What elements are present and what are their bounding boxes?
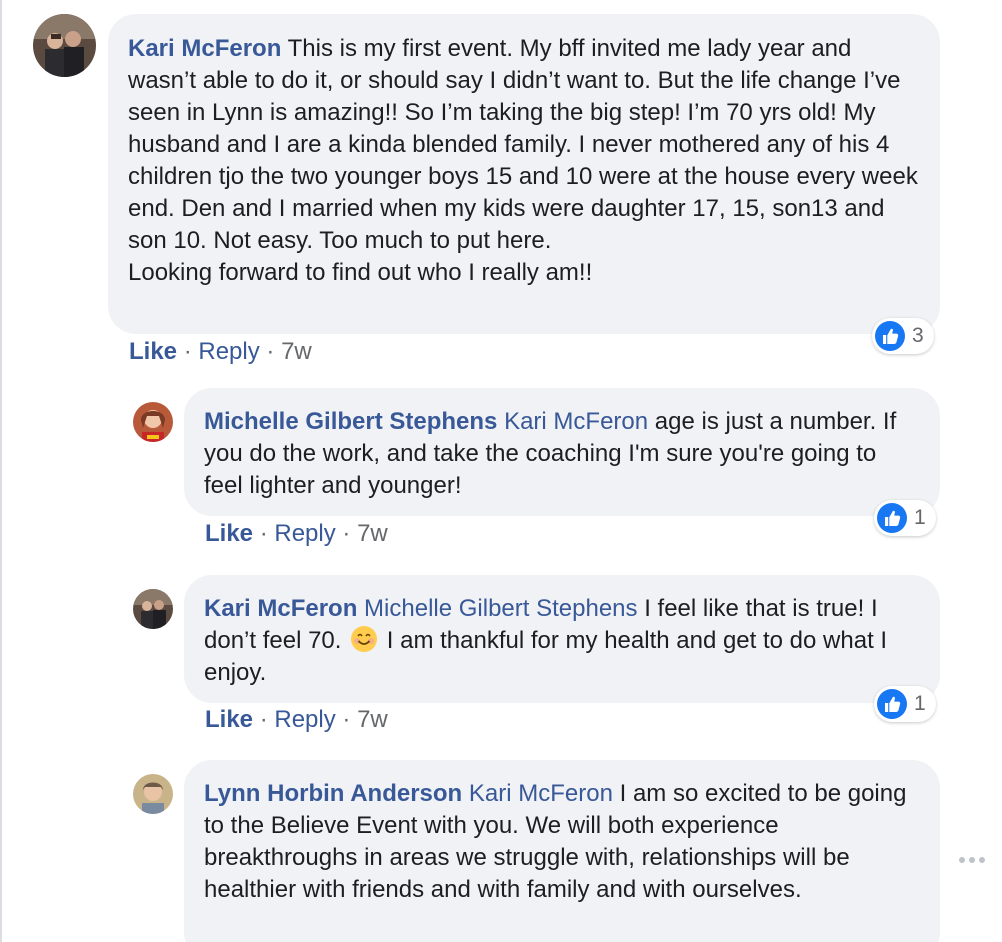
comment-author[interactable]: Lynn Horbin Anderson [204, 780, 462, 807]
like-link[interactable]: Like [129, 338, 177, 365]
avatar-photo-icon [133, 589, 173, 629]
reply-link[interactable]: Reply [274, 520, 335, 547]
more-options-icon[interactable] [958, 854, 986, 866]
avatar-photo-icon [133, 774, 173, 814]
avatar[interactable] [133, 589, 173, 629]
timestamp[interactable]: 7w [281, 338, 312, 365]
comment-bubble: Kari McFeron Michelle Gilbert Stephens I… [184, 575, 940, 703]
comment-text: Kari McFeron This is my first event. My … [128, 33, 920, 289]
avatar[interactable] [133, 402, 173, 442]
reaction-summary[interactable]: 1 [874, 686, 936, 722]
comment-actions: Like · Reply · 7w [205, 705, 388, 735]
comment-body: This is my first event. My bff invited m… [128, 35, 918, 254]
reaction-summary[interactable]: 1 [874, 500, 936, 536]
mention-link[interactable]: Kari McFeron [469, 780, 613, 807]
comment-author[interactable]: Kari McFeron [204, 595, 357, 622]
reaction-summary[interactable]: 3 [872, 318, 934, 354]
separator-dot: · [259, 520, 268, 547]
thumbs-up-icon [875, 321, 905, 351]
reaction-count: 1 [914, 692, 926, 715]
comment-thread: Kari McFeron This is my first event. My … [0, 0, 1002, 942]
comment-text: Kari McFeron Michelle Gilbert Stephens I… [204, 593, 920, 689]
comment-bubble: Michelle Gilbert Stephens Kari McFeron a… [184, 388, 940, 516]
reaction-count: 1 [914, 506, 926, 529]
mention-link[interactable]: Kari McFeron [504, 408, 648, 435]
comment-actions: Like · Reply · 7w [129, 337, 312, 367]
comment-author[interactable]: Michelle Gilbert Stephens [204, 408, 497, 435]
smiling-face-icon [351, 626, 378, 652]
separator-dot: · [183, 338, 192, 365]
like-link[interactable]: Like [205, 706, 253, 733]
timestamp[interactable]: 7w [357, 520, 388, 547]
timestamp[interactable]: 7w [357, 706, 388, 733]
comment-author[interactable]: Kari McFeron [128, 35, 281, 62]
avatar[interactable] [133, 774, 173, 814]
separator-dot: · [266, 338, 275, 365]
separator-dot: · [342, 520, 351, 547]
like-link[interactable]: Like [205, 520, 253, 547]
thumbs-up-icon [877, 503, 907, 533]
reply-link[interactable]: Reply [198, 338, 259, 365]
avatar-photo-icon [33, 14, 96, 77]
thumbs-up-icon [877, 689, 907, 719]
comment-text: Lynn Horbin Anderson Kari McFeron I am s… [204, 778, 920, 906]
thread-divider [0, 0, 2, 942]
comment-actions: Like · Reply · 7w [205, 519, 388, 549]
mention-link[interactable]: Michelle Gilbert Stephens [364, 595, 637, 622]
reply-link[interactable]: Reply [274, 706, 335, 733]
separator-dot: · [342, 706, 351, 733]
comment-bubble: Lynn Horbin Anderson Kari McFeron I am s… [184, 760, 940, 942]
reaction-count: 3 [912, 324, 924, 347]
comment-bubble: Kari McFeron This is my first event. My … [108, 14, 940, 334]
avatar-photo-icon [133, 402, 173, 442]
comment-text: Michelle Gilbert Stephens Kari McFeron a… [204, 406, 920, 502]
comment-body-line: Looking forward to find out who I really… [128, 259, 593, 286]
separator-dot: · [259, 706, 268, 733]
avatar[interactable] [33, 14, 96, 77]
